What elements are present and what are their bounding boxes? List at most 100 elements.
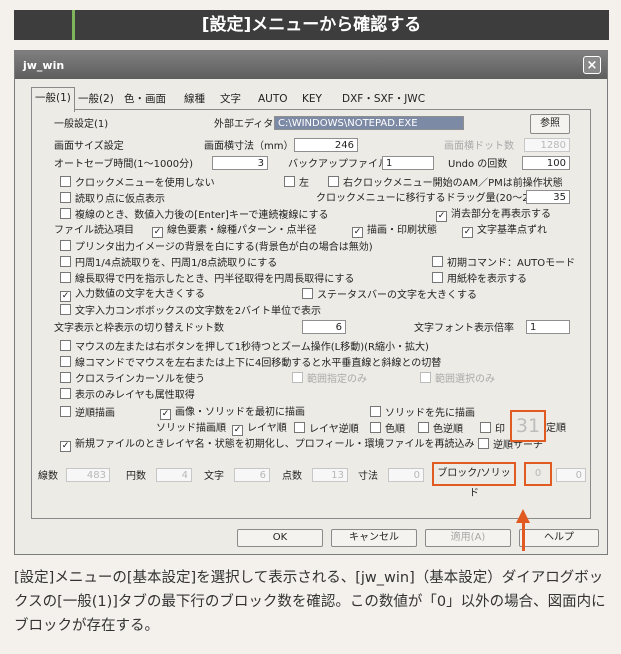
line-cmd-checkbox[interactable]: 線コマンドでマウスを左右または上下に4回移動すると水平垂直線と斜線との切替	[60, 356, 441, 370]
line-cmd-box	[60, 356, 71, 367]
screen-width-input[interactable]: 246	[294, 138, 358, 152]
read-point-box	[60, 192, 71, 203]
layer-reverse-checkbox[interactable]: レイヤ逆順	[294, 422, 359, 436]
layer-order-text: レイヤ順	[247, 423, 287, 434]
title-bar[interactable]: jw_win ×	[15, 51, 607, 79]
undo-label: Undo の回数	[448, 159, 508, 170]
tab-color-screen[interactable]: 色・画面	[121, 89, 169, 109]
reverse-draw-box	[60, 406, 71, 417]
circles-value: 4	[156, 468, 192, 482]
line-circle-box	[60, 272, 71, 283]
enter-key-text: 複線のとき、数値入力後の[Enter]キーで連続複線にする	[75, 210, 329, 221]
line-circle-text: 線長取得で円を指示したとき、円半径取得を円周長取得にする	[75, 274, 355, 285]
solid-order-label: ソリッド描画順	[156, 423, 226, 434]
circle-quarter-box	[60, 256, 71, 267]
window-title: jw_win	[23, 59, 65, 72]
line-circle-checkbox[interactable]: 線長取得で円を指示したとき、円半径取得を円周長取得にする	[60, 272, 354, 286]
undo-input[interactable]: 100	[522, 156, 570, 170]
reverse-draw-text: 逆順描画	[75, 408, 115, 419]
paper-frame-text: 用紙枠を表示する	[447, 274, 527, 285]
ok-button[interactable]: OK	[237, 529, 323, 547]
draw-print-check-icon: ✓	[352, 227, 363, 238]
drag-input[interactable]: 35	[526, 190, 570, 204]
linetype-width-input[interactable]: 6	[302, 320, 346, 334]
read-point-checkbox[interactable]: 読取り点に仮点表示	[60, 192, 165, 206]
new-file-init-text: 新規ファイルのときレイヤ名・状態を初期化し、プロフィール・環境ファイルを再読込み	[75, 439, 475, 450]
clock-menu-checkbox[interactable]: クロックメニューを使用しない	[60, 176, 215, 190]
texts-value: 6	[234, 468, 270, 482]
tab-linetype[interactable]: 線種	[181, 89, 208, 109]
text-combobox-text: 文字入力コンボボックスの文字数を2バイト単位で表示	[75, 306, 322, 317]
tab-ippan2[interactable]: 一般(2)	[75, 89, 117, 109]
callout-number-box: 31	[510, 410, 546, 442]
cross-area-box	[420, 372, 431, 383]
tab-dxf[interactable]: DXF・SXF・JWC	[339, 89, 428, 109]
line-cmd-text: 線コマンドでマウスを左右または上下に4回移動すると水平垂直線と斜線との切替	[75, 358, 442, 369]
reverse-search-box	[478, 438, 489, 449]
right-clock-checkbox[interactable]: 右クロックメニュー開始のAM／PMは前操作状態	[328, 176, 563, 190]
mouse-zoom-checkbox[interactable]: マウスの左または右ボタンを押して1秒待つとズーム操作(L移動)(R縮小・拡大)	[60, 340, 429, 354]
new-file-init-checkbox[interactable]: ✓ 新規ファイルのときレイヤ名・状態を初期化し、プロフィール・環境ファイルを再読込…	[60, 438, 475, 452]
reverse-draw-checkbox[interactable]: 逆順描画	[60, 406, 115, 420]
input-large-text: 入力数値の文字を大きくする	[75, 289, 205, 300]
layer-reverse-box	[294, 422, 305, 433]
close-icon[interactable]: ×	[583, 56, 601, 74]
circle-quarter-text: 円周1/4点読取りを、円周1/8点読取りにする	[75, 258, 278, 269]
text-combobox-checkbox[interactable]: 文字入力コンボボックスの文字数を2バイト単位で表示	[60, 304, 321, 318]
color-order-text: 色順	[385, 424, 405, 435]
screen-width-label: 画面横寸法（mm）	[204, 141, 294, 152]
solid-before-text: ソリッドを先に描画	[385, 408, 475, 419]
pointer-arrow-line	[522, 521, 525, 551]
backup-input[interactable]: 1	[382, 156, 434, 170]
color-line-checkbox[interactable]: ✓ 線色要素・線種パターン・点半径	[152, 224, 317, 238]
image-solid-first-checkbox[interactable]: ✓ 画像・ソリッドを最初に描画	[160, 406, 305, 420]
text-base-text: 文字基準点ずれ	[477, 225, 547, 236]
help-button[interactable]: ヘルプ	[519, 529, 599, 547]
show-layer-box	[60, 388, 71, 399]
paper-frame-box	[432, 272, 443, 283]
banner-title: [設定]メニューから確認する	[201, 15, 422, 35]
text-combobox-box	[60, 304, 71, 315]
screen-dots-input: 1280	[524, 138, 570, 152]
block-count-value: 0	[534, 468, 542, 479]
color-order-checkbox[interactable]: 色順	[370, 422, 405, 436]
solid-before-checkbox[interactable]: ソリッドを先に描画	[370, 406, 475, 420]
text-base-checkbox[interactable]: ✓ 文字基準点ずれ	[462, 224, 547, 238]
enter-key-checkbox[interactable]: 複線のとき、数値入力後の[Enter]キーで連続複線にする	[60, 208, 328, 222]
crossline-checkbox[interactable]: クロスラインカーソルを使う	[60, 372, 205, 386]
input-large-checkbox[interactable]: ✓ 入力数値の文字を大きくする	[60, 288, 205, 302]
cancel-button[interactable]: キャンセル	[331, 529, 417, 547]
tab-text[interactable]: 文字	[217, 89, 244, 109]
print-prefix-text: 印	[495, 424, 505, 435]
erase-redraw-checkbox[interactable]: ✓ 消去部分を再表示する	[436, 208, 551, 222]
circle-quarter-checkbox[interactable]: 円周1/4点読取りを、円周1/8点読取りにする	[60, 256, 277, 270]
screen-size-label: 画面サイズ設定	[54, 141, 124, 152]
font-scale-input[interactable]: 1	[526, 320, 570, 334]
crossline-text: クロスラインカーソルを使う	[75, 374, 205, 385]
layer-order-checkbox[interactable]: ✓ レイヤ順	[232, 422, 287, 436]
tab-key[interactable]: KEY	[299, 89, 325, 109]
status-large-checkbox[interactable]: ステータスバーの文字を大きくする	[302, 288, 477, 302]
draw-print-checkbox[interactable]: ✓ 描画・印刷状態	[352, 224, 437, 238]
layer-reverse-text: レイヤ逆順	[309, 424, 359, 435]
screen-dots-label: 画面横ドット数	[444, 141, 514, 152]
solid-count-value: 0	[556, 468, 586, 482]
paper-frame-checkbox[interactable]: 用紙枠を表示する	[432, 272, 527, 286]
color-reverse-box	[418, 422, 429, 433]
autosave-input[interactable]: 3	[212, 156, 268, 170]
printer-bg-checkbox[interactable]: プリンタ出力イメージの背景を白にする(背景色が白の場合は無効)	[60, 240, 373, 254]
image-solid-first-check-icon: ✓	[160, 409, 171, 420]
browse-button[interactable]: 参照	[530, 114, 570, 134]
enter-key-box	[60, 208, 71, 219]
editor-path-field[interactable]: C:\WINDOWS\NOTEPAD.EXE	[274, 116, 464, 130]
initial-cmd-checkbox[interactable]: 初期コマンド：AUTOモード	[432, 256, 575, 270]
print-prefix-box	[480, 422, 491, 433]
block-solid-label: ブロック/ソリッド	[437, 468, 511, 499]
show-layer-checkbox[interactable]: 表示のみレイヤも属性取得	[60, 388, 195, 402]
tab-auto[interactable]: AUTO	[255, 89, 291, 109]
print-prefix-checkbox[interactable]: 印	[480, 422, 505, 436]
left-checkbox[interactable]: 左	[284, 176, 309, 190]
tab-ippan1[interactable]: 一般(1)	[31, 87, 75, 112]
color-reverse-checkbox[interactable]: 色逆順	[418, 422, 463, 436]
editor-label: 外部エディタ	[214, 119, 274, 130]
